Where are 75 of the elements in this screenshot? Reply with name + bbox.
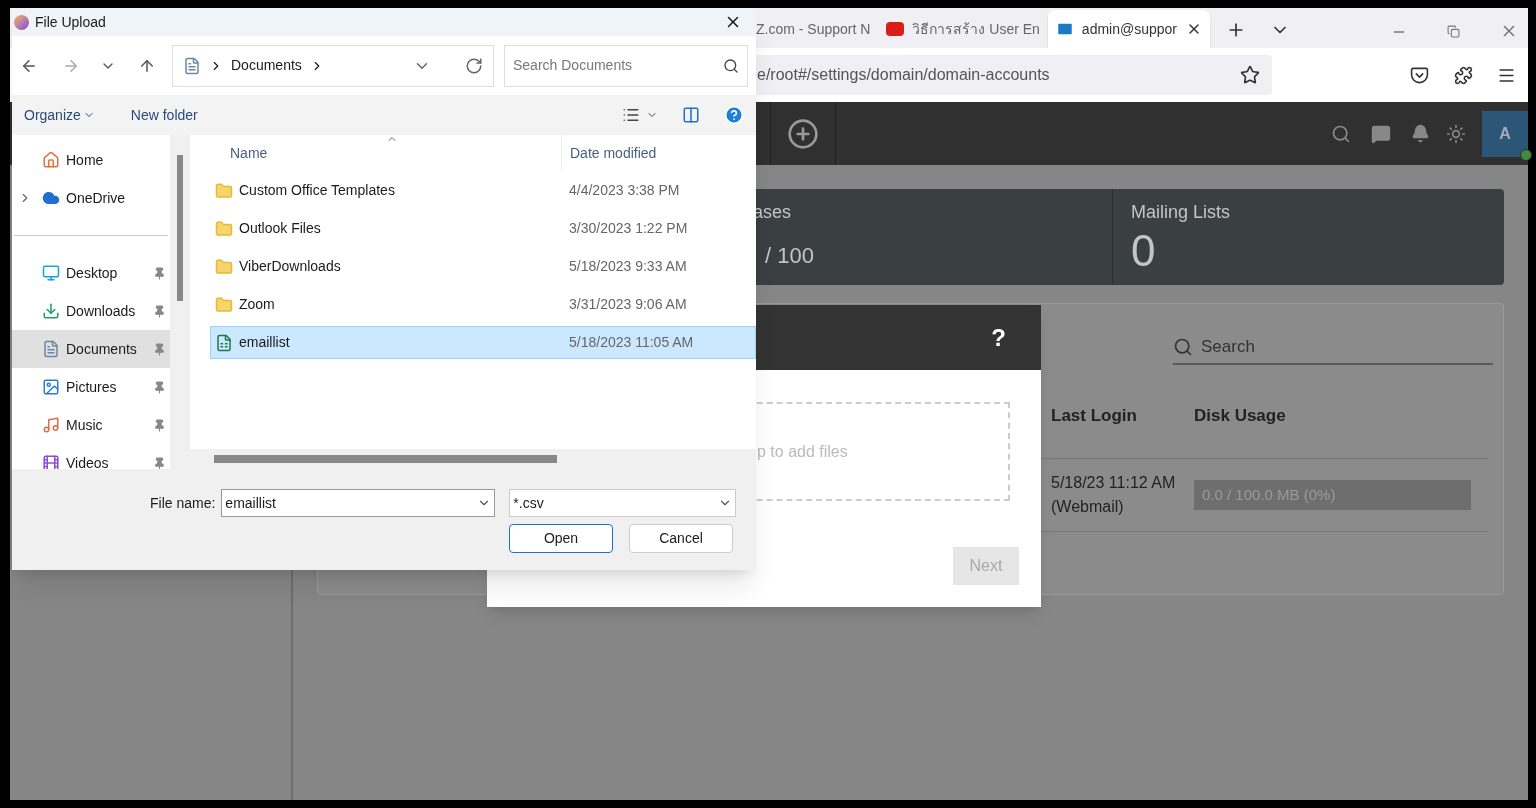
dialog-title: File Upload — [35, 12, 106, 32]
open-button[interactable]: Open — [509, 524, 613, 553]
browser-logo-icon — [14, 14, 29, 30]
bell-icon[interactable] — [1411, 124, 1430, 143]
search-icon[interactable] — [1331, 123, 1351, 144]
file-name-field[interactable]: emaillist — [221, 489, 496, 517]
table-cell-text: 5/18/23 11:12 AM (Webmail) — [1050, 473, 1177, 517]
nav-item[interactable]: Videos — [12, 444, 170, 469]
search-icon — [1173, 337, 1193, 357]
nav-item[interactable]: Home — [12, 141, 170, 179]
pocket-icon[interactable] — [1410, 65, 1429, 85]
extension-icon[interactable] — [1454, 65, 1473, 85]
sun-icon[interactable] — [1446, 123, 1466, 144]
pin-icon — [153, 304, 166, 318]
file-row[interactable]: Custom Office Templates 4/4/2023 3:38 PM — [210, 174, 756, 207]
folder-icon — [215, 257, 233, 276]
search-field[interactable]: Search — [1173, 331, 1493, 365]
add-icon[interactable] — [787, 117, 819, 150]
preview-pane-icon[interactable] — [682, 106, 700, 124]
restore-icon[interactable] — [1447, 25, 1460, 38]
stat-label: Mailing Lists — [1131, 203, 1232, 221]
folder-icon — [215, 219, 233, 238]
help-button[interactable]: ? — [991, 319, 1006, 356]
browser-tab[interactable]: วิธีการสร้าง User En — [878, 10, 1048, 48]
organize-button[interactable]: Organize — [24, 104, 81, 126]
nav-item[interactable]: Music — [12, 406, 170, 444]
nav-item[interactable]: Documents — [12, 330, 170, 368]
scrollbar[interactable] — [214, 455, 557, 463]
music-icon — [42, 416, 60, 434]
scrollbar[interactable] — [177, 155, 183, 301]
cancel-button[interactable]: Cancel — [629, 524, 733, 553]
video-icon — [42, 454, 60, 469]
refresh-icon[interactable] — [465, 56, 483, 75]
stat-total: / 100 — [765, 242, 814, 270]
pin-icon — [153, 266, 166, 280]
pin-icon — [153, 418, 166, 432]
nav-item[interactable]: Desktop — [12, 254, 170, 292]
browser-tab[interactable]: admin@suppor — [1047, 10, 1210, 48]
desktop-icon — [42, 264, 60, 282]
column-header[interactable]: Date modified — [562, 135, 657, 171]
breadcrumb[interactable]: Documents — [231, 55, 302, 76]
nav-item[interactable]: Pictures — [12, 368, 170, 406]
logo-icon — [886, 22, 905, 36]
folder-icon — [215, 295, 233, 314]
new-folder-button[interactable]: New folder — [130, 104, 198, 126]
help-icon[interactable] — [724, 105, 744, 125]
nav-item[interactable]: OneDrive — [12, 179, 170, 217]
file-row[interactable]: Zoom 3/31/2023 9:06 AM — [210, 288, 756, 321]
star-icon[interactable] — [1240, 65, 1260, 85]
document-icon — [42, 340, 60, 358]
picture-icon — [42, 378, 60, 396]
file-type-select[interactable]: *.csv — [509, 489, 737, 517]
field-label: File name: — [150, 493, 216, 513]
document-icon — [183, 56, 201, 75]
file-row[interactable]: emaillist 5/18/2023 11:05 AM — [210, 326, 756, 359]
file-row[interactable]: Outlook Files 3/30/2023 1:22 PM — [210, 212, 756, 245]
pin-icon — [153, 380, 166, 394]
column-header[interactable]: Name — [190, 135, 562, 171]
stat-value: 0 — [1131, 229, 1156, 273]
pin-icon — [153, 342, 166, 356]
cloud-icon — [42, 189, 60, 207]
nav-item[interactable]: Downloads — [12, 292, 170, 330]
search-field[interactable]: Search Documents — [504, 44, 748, 87]
pin-icon — [153, 456, 166, 469]
column-header: Disk Usage — [1194, 405, 1286, 427]
spreadsheet-icon — [215, 333, 233, 352]
download-icon — [42, 302, 60, 320]
chat-icon[interactable] — [1371, 123, 1391, 144]
file-row[interactable]: ViberDownloads 5/18/2023 9:33 AM — [210, 250, 756, 283]
folder-icon — [215, 181, 233, 200]
view-icon[interactable] — [622, 106, 640, 124]
address-bar[interactable]: Documents — [172, 44, 494, 87]
column-header: Last Login — [1050, 405, 1138, 427]
search-icon — [723, 57, 739, 74]
home-icon — [42, 151, 60, 169]
